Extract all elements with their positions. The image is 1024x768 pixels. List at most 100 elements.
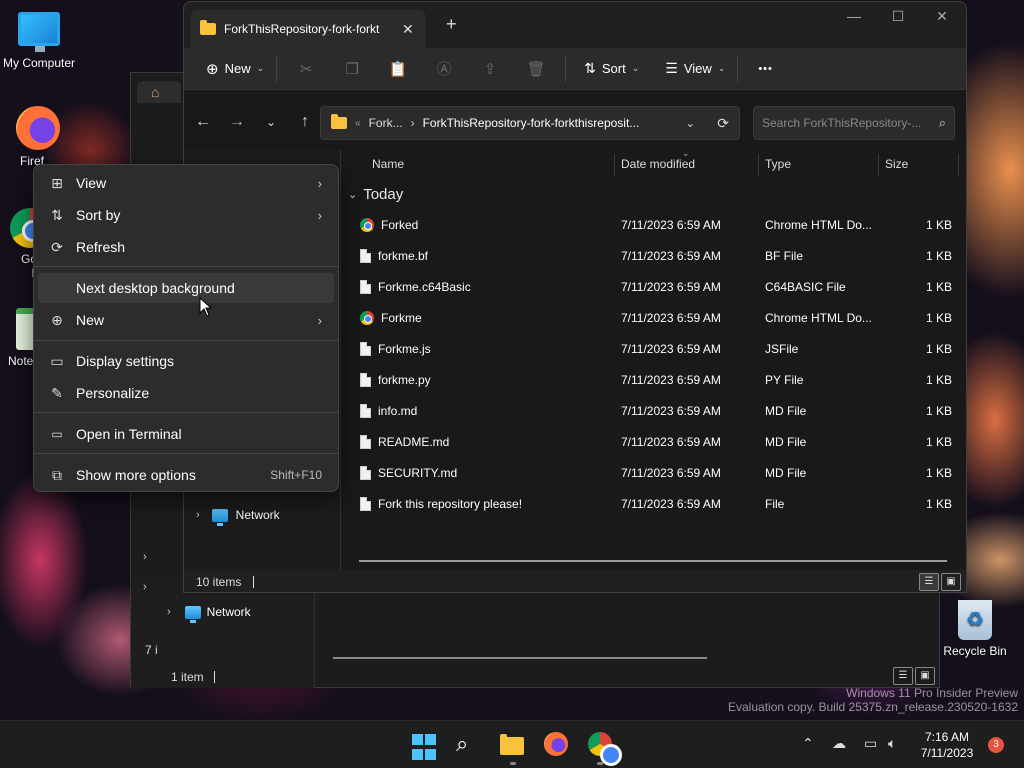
tiles-view-toggle[interactable]: ▣ xyxy=(915,667,935,685)
file-name: Forkme.c64Basic xyxy=(378,279,471,294)
column-header-type[interactable]: Type xyxy=(765,150,791,178)
volume-icon[interactable]: 🔈︎ xyxy=(888,735,896,752)
back-window-tab[interactable]: ⌂ xyxy=(137,81,181,103)
file-date: 7/11/2023 6:59 AM xyxy=(621,496,721,511)
menu-item-refresh[interactable]: ⟳ Refresh xyxy=(38,232,334,262)
maximize-button[interactable]: ☐ xyxy=(878,8,918,25)
file-type: MD File xyxy=(765,434,807,449)
details-view-toggle[interactable]: ☰ xyxy=(893,667,913,685)
column-header-size[interactable]: Size xyxy=(885,150,908,178)
menu-item-label: Open in Terminal xyxy=(76,426,182,442)
expand-chevron-icon[interactable]: › xyxy=(167,606,171,618)
menu-item-personalize[interactable]: ✎ Personalize xyxy=(38,378,334,408)
desktop-icon-my-computer[interactable]: My Computer xyxy=(1,12,77,70)
tiles-view-toggle[interactable]: ▣ xyxy=(941,573,961,591)
taskbar-clock[interactable]: 7:16 AM 7/11/2023 xyxy=(912,729,982,761)
start-button[interactable] xyxy=(412,734,440,762)
group-label: Today xyxy=(363,186,404,203)
recent-locations-chevron-icon[interactable]: ⌄ xyxy=(254,115,288,129)
delete-icon[interactable]: 🗑 xyxy=(513,60,559,78)
new-button[interactable]: ⊕ New ⌄ xyxy=(200,54,270,84)
tab-forkthisrepository[interactable]: ForkThisRepository-fork-forkt ✕ xyxy=(190,10,426,48)
firefox-taskbar-button[interactable] xyxy=(544,732,572,760)
nav-item-network[interactable]: › Network xyxy=(196,508,280,526)
close-tab-icon[interactable]: ✕ xyxy=(402,21,414,38)
chrome-taskbar-button[interactable] xyxy=(588,732,622,766)
expand-chevron-icon[interactable]: › xyxy=(196,509,200,521)
search-taskbar-button[interactable]: ⌕ xyxy=(456,731,484,759)
close-window-button[interactable]: ✕ xyxy=(922,8,962,25)
file-row[interactable]: Forkme.c64Basic 7/11/2023 6:59 AM C64BASIC… xyxy=(342,271,966,302)
column-divider[interactable] xyxy=(958,154,959,176)
file-type: MD File xyxy=(765,465,807,480)
refresh-icon[interactable]: ⟳ xyxy=(717,115,729,132)
back-arrow-icon[interactable]: ← xyxy=(186,113,220,131)
refresh-icon: ⟳ xyxy=(51,238,63,255)
file-name-cell: Forkme.c64Basic xyxy=(360,279,471,294)
address-bar[interactable]: « Fork... › ForkThisRepository-fork-fork… xyxy=(320,106,740,140)
address-dropdown-chevron-icon[interactable]: ⌄ xyxy=(685,116,695,130)
search-box[interactable]: ⌕ xyxy=(753,106,955,140)
menu-item-view[interactable]: ⊞ View › xyxy=(38,168,334,198)
show-hidden-icons-chevron-icon[interactable]: ⌃ xyxy=(802,735,814,752)
file-explorer-taskbar-button[interactable] xyxy=(500,733,528,761)
expand-chevron-icon[interactable]: › xyxy=(143,551,147,563)
menu-item-open-in-terminal[interactable]: ▭ Open in Terminal xyxy=(38,419,334,449)
details-view-toggle[interactable]: ☰ xyxy=(919,573,939,591)
menu-item-show-more-options[interactable]: ⧉ Show more options Shift+F10 xyxy=(38,460,334,490)
back-nav-network[interactable]: › Network xyxy=(167,605,251,623)
folder-icon xyxy=(331,114,347,129)
horizontal-scrollbar[interactable] xyxy=(333,657,707,659)
column-divider[interactable] xyxy=(878,154,879,176)
desktop-icon-firefox[interactable]: Firef xyxy=(0,106,76,168)
file-row[interactable]: forkme.py 7/11/2023 6:59 AM PY File 1 KB xyxy=(342,364,966,395)
breadcrumb-current[interactable]: ForkThisRepository-fork-forkthisreposit.… xyxy=(423,116,678,130)
menu-item-display-settings[interactable]: ▭ Display settings xyxy=(38,346,334,376)
horizontal-scrollbar[interactable] xyxy=(359,560,947,562)
menu-item-sort-by[interactable]: ⇅ Sort by › xyxy=(38,200,334,230)
breadcrumb-parent[interactable]: Fork... xyxy=(369,116,403,130)
desktop-context-menu: ⊞ View › ⇅ Sort by › ⟳ Refresh Next desk… xyxy=(33,164,339,492)
cut-icon[interactable]: ✂ xyxy=(283,60,329,78)
paste-icon[interactable]: 📋 xyxy=(375,60,421,78)
network-icon xyxy=(211,508,228,526)
file-row[interactable]: Forkme.js 7/11/2023 6:59 AM JSFile 1 KB xyxy=(342,333,966,364)
share-icon[interactable]: ⇪ xyxy=(467,60,513,78)
more-options-button[interactable]: ••• xyxy=(752,54,779,84)
menu-item-next-desktop-background[interactable]: Next desktop background xyxy=(38,273,334,303)
rename-icon[interactable]: Ⓐ xyxy=(421,58,467,79)
taskbar: ⌕ ⌃ ☁ ▭ 🔈︎ 7:16 AM 7/11/2023 3 xyxy=(0,720,1024,768)
home-icon: ⌂ xyxy=(151,84,160,100)
up-arrow-icon[interactable]: ↑ xyxy=(288,113,322,131)
file-row[interactable]: SECURITY.md 7/11/2023 6:59 AM MD File 1 KB xyxy=(342,457,966,488)
column-divider[interactable] xyxy=(614,154,615,176)
file-row[interactable]: Forkme 7/11/2023 6:59 AM Chrome HTML Do...… xyxy=(342,302,966,333)
file-row[interactable]: forkme.bf 7/11/2023 6:59 AM BF File 1 KB xyxy=(342,240,966,271)
file-row[interactable]: Fork this repository please! 7/11/2023 6:… xyxy=(342,488,966,519)
menu-item-new[interactable]: ⊕ New › xyxy=(38,305,334,335)
column-header-name[interactable]: Name xyxy=(372,150,404,178)
minimize-button[interactable]: — xyxy=(834,8,874,24)
network-status-icon[interactable]: ▭ xyxy=(864,735,877,752)
search-input[interactable] xyxy=(762,116,933,130)
forward-arrow-icon[interactable]: → xyxy=(220,113,254,131)
file-size: 1 KB xyxy=(925,403,952,418)
copy-icon[interactable]: ❐ xyxy=(329,60,375,78)
monitor-icon xyxy=(18,12,60,52)
notification-badge[interactable]: 3 xyxy=(988,737,1004,753)
file-row[interactable]: README.md 7/11/2023 6:59 AM MD File 1 KB xyxy=(342,426,966,457)
file-row[interactable]: Forked 7/11/2023 6:59 AM Chrome HTML Do...… xyxy=(342,209,966,240)
file-row[interactable]: info.md 7/11/2023 6:59 AM MD File 1 KB xyxy=(342,395,966,426)
file-name-cell: Fork this repository please! xyxy=(360,496,522,511)
group-header-today[interactable]: ⌄ Today xyxy=(348,186,403,203)
desktop-icon-recycle-bin[interactable]: ♻ Recycle Bin xyxy=(937,600,1013,658)
cloud-offline-icon[interactable]: ☁ xyxy=(832,735,846,752)
view-button[interactable]: ☰ View ⌄ xyxy=(659,54,731,84)
chevron-right-icon: › xyxy=(317,207,322,223)
toolbar-separator xyxy=(565,55,567,82)
sort-button[interactable]: ⇅ Sort ⌄ xyxy=(578,54,645,84)
chrome-file-icon xyxy=(360,310,374,325)
expand-chevron-icon[interactable]: › xyxy=(143,581,147,593)
column-divider[interactable] xyxy=(758,154,759,176)
new-tab-button[interactable]: + xyxy=(446,14,457,35)
